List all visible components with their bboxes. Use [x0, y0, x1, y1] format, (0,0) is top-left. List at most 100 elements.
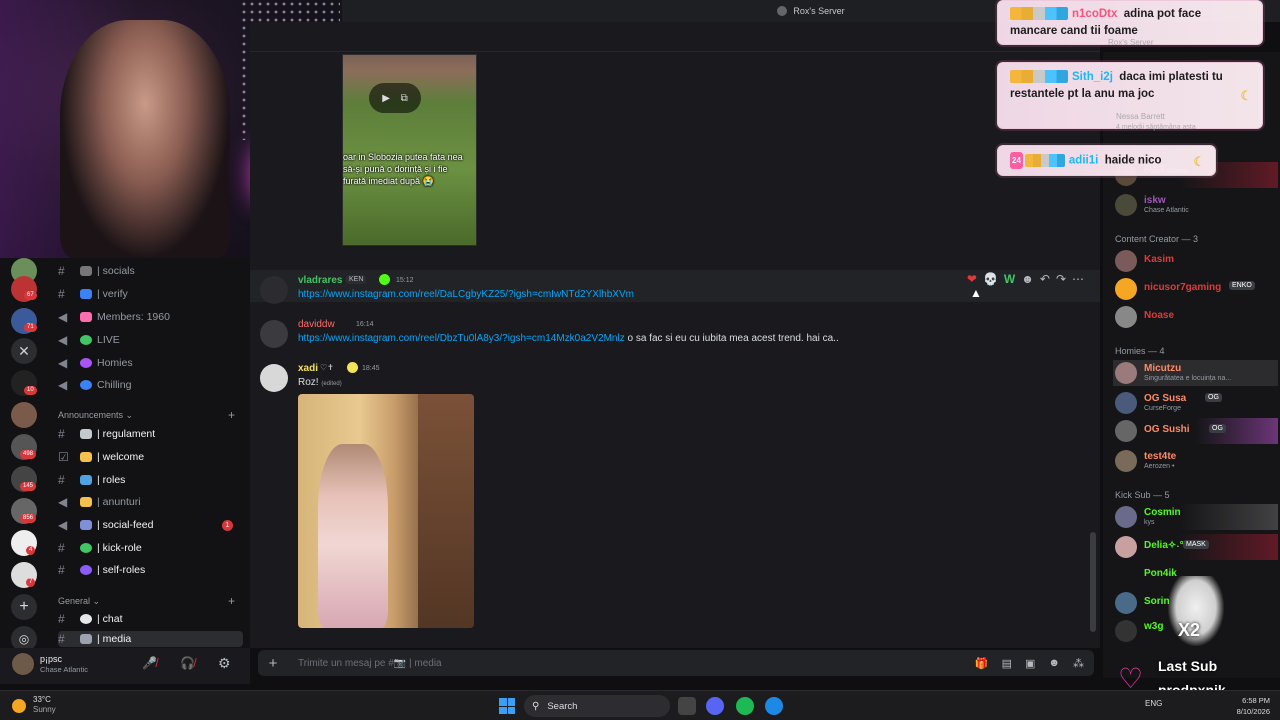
member-name: Sorin: [1144, 596, 1170, 607]
guild-tag: ENKO: [1229, 281, 1255, 290]
message-author[interactable]: vladrares: [298, 275, 342, 286]
blue-heart-icon: [80, 380, 92, 390]
message-link[interactable]: https://www.instagram.com/reel/DbzTu0lA8…: [298, 333, 625, 344]
weather-desc[interactable]: Sunny: [33, 705, 56, 714]
server-icon[interactable]: [11, 402, 37, 428]
reply-icon[interactable]: ↶: [1040, 272, 1050, 286]
member-item[interactable]: Delia✧˖° MASK: [1113, 534, 1278, 560]
guild-tag: KEN: [346, 275, 367, 284]
apps-icon[interactable]: ⁂: [1073, 657, 1084, 670]
member-item[interactable]: Noase: [1113, 304, 1278, 330]
channel-label: LIVE: [97, 334, 120, 346]
attach-icon[interactable]: +: [258, 655, 288, 672]
forward-icon[interactable]: ↷: [1056, 272, 1066, 286]
image-attachment[interactable]: [298, 394, 474, 628]
message-author[interactable]: xadi: [298, 363, 318, 374]
message-link[interactable]: https://www.instagram.com/reel/DaLCgbyKZ…: [298, 289, 634, 300]
add-channel-icon[interactable]: +: [228, 408, 235, 422]
channel-chat[interactable]: # | chat: [58, 609, 243, 629]
crossed-server-icon[interactable]: ✕: [11, 338, 37, 364]
member-item[interactable]: test4te Aerozen •: [1113, 448, 1278, 474]
avatar[interactable]: [260, 276, 288, 304]
message-author[interactable]: daviddw: [298, 319, 335, 330]
gift-icon[interactable]: 🎁: [975, 657, 989, 670]
user-name: p¡psc: [40, 654, 63, 664]
system-clock[interactable]: 6:58 PM 8/10/2026: [1237, 695, 1270, 717]
heart-reaction-icon[interactable]: ❤: [967, 272, 977, 286]
channel-media[interactable]: # | media: [58, 631, 243, 647]
taskbar-search[interactable]: ⚲ Search: [524, 695, 670, 717]
voice-channel-homies[interactable]: ◀ Homies: [58, 353, 243, 373]
member-status: kys: [1144, 519, 1155, 526]
voice-channel-members[interactable]: ◀ Members: 1960: [58, 307, 243, 327]
video-embed[interactable]: ▶ ⧉ oar in Slobozia putea fata nea să-și …: [342, 54, 477, 246]
voice-channel-live[interactable]: ◀ LIVE: [58, 330, 243, 350]
play-icon[interactable]: ▶: [382, 93, 390, 104]
message[interactable]: daviddw 16:14 https://www.instagram.com/…: [250, 314, 1100, 348]
channel-kick-role[interactable]: # | kick-role: [58, 538, 243, 558]
gif-icon[interactable]: ▤: [1002, 657, 1012, 670]
avatar[interactable]: [12, 653, 34, 675]
channel-verify[interactable]: # | verify: [58, 284, 243, 304]
member-item[interactable]: Micutzu Singurătatea e locuința na...: [1113, 360, 1278, 386]
channel-welcome[interactable]: ☑ | welcome: [58, 447, 243, 467]
category-announcements[interactable]: Announcements ⌄: [58, 410, 133, 421]
message[interactable]: xadi ♡✝ 18:45 Roz! (edited): [250, 358, 1100, 638]
weather-temp[interactable]: 33°C: [33, 695, 51, 704]
emoji-icon[interactable]: ☻: [1048, 657, 1060, 670]
w-reaction-icon[interactable]: W: [1004, 272, 1015, 286]
member-item[interactable]: Kasim: [1113, 248, 1278, 274]
discord-icon[interactable]: [706, 697, 724, 715]
member-status: Chase Atlantic: [1144, 207, 1189, 214]
deafen-icon[interactable]: 🎧̸: [180, 656, 195, 670]
windows-start-icon[interactable]: [499, 698, 515, 714]
bell-icon: [80, 497, 92, 507]
message-body: https://www.instagram.com/reel/DbzTu0lA8…: [298, 333, 839, 344]
more-icon[interactable]: ⋯: [1072, 272, 1084, 286]
channel-roles[interactable]: # | roles: [58, 470, 243, 490]
mute-icon[interactable]: 🎤̸: [142, 656, 157, 670]
voice-channel-chilling[interactable]: ◀ Chilling: [58, 375, 243, 395]
gear-icon[interactable]: ⚙: [218, 655, 231, 672]
category-general[interactable]: General ⌄: [58, 596, 100, 607]
member-item[interactable]: nicusor7gaming ENKO: [1113, 276, 1278, 302]
channel-socials[interactable]: # | socials: [58, 261, 243, 281]
message-body: Roz! (edited): [298, 377, 342, 388]
message-input[interactable]: Trimite un mesaj pe #📷 | media: [288, 658, 975, 669]
channel-anunturi[interactable]: ◀ | anunturi: [58, 492, 243, 512]
member-name: test4te: [1144, 451, 1177, 462]
member-item[interactable]: OG Sushi OG: [1113, 418, 1278, 444]
last-sub-title: Last Sub: [1158, 658, 1218, 674]
member-item[interactable]: Cosmin kys: [1113, 504, 1278, 530]
add-reaction-icon[interactable]: ☻: [1021, 272, 1034, 286]
member-status: Aerozen •: [1144, 463, 1175, 470]
sun-icon[interactable]: [12, 699, 26, 713]
channel-label: | kick-role: [97, 542, 142, 554]
add-server-icon[interactable]: +: [11, 594, 37, 620]
spotify-icon[interactable]: [736, 697, 754, 715]
language-indicator[interactable]: ENG: [1145, 699, 1162, 708]
overlay-chat-message: 24 adii1i haide nico ☾: [997, 145, 1216, 176]
member-item[interactable]: iskw Chase Atlantic: [1113, 192, 1278, 218]
avatar[interactable]: [260, 364, 288, 392]
chat-area: ▶ ⧉ oar in Slobozia putea fata nea să-și …: [250, 52, 1100, 648]
speaker-icon: ◀: [58, 310, 68, 324]
chat-scrollbar[interactable]: [1090, 532, 1096, 632]
member-item[interactable]: OG Susa OG CurseForge: [1113, 390, 1278, 416]
play-controls[interactable]: ▶ ⧉: [369, 83, 421, 113]
avatar[interactable]: [260, 320, 288, 348]
channel-social-feed[interactable]: ◀ | social-feed 1: [58, 515, 243, 535]
add-channel-icon[interactable]: +: [228, 594, 235, 608]
desktop-screen: Rox's Server 67 71 ✕ 10 498 145 856 4 7 …: [0, 0, 1280, 720]
external-icon[interactable]: ⧉: [401, 93, 408, 104]
message-composer[interactable]: + Trimite un mesaj pe #📷 | media 🎁 ▤ ▣ ☻…: [258, 650, 1094, 676]
task-view-icon[interactable]: [678, 697, 696, 715]
skull-reaction-icon[interactable]: 💀: [983, 272, 998, 286]
edge-icon[interactable]: [765, 697, 783, 715]
channel-self-roles[interactable]: # | self-roles: [58, 560, 243, 580]
avatar: [1115, 306, 1137, 328]
streamer: [60, 20, 230, 258]
server-badge: 71: [24, 323, 37, 332]
sticker-icon[interactable]: ▣: [1025, 657, 1035, 670]
channel-regulament[interactable]: # | regulament: [58, 424, 243, 444]
